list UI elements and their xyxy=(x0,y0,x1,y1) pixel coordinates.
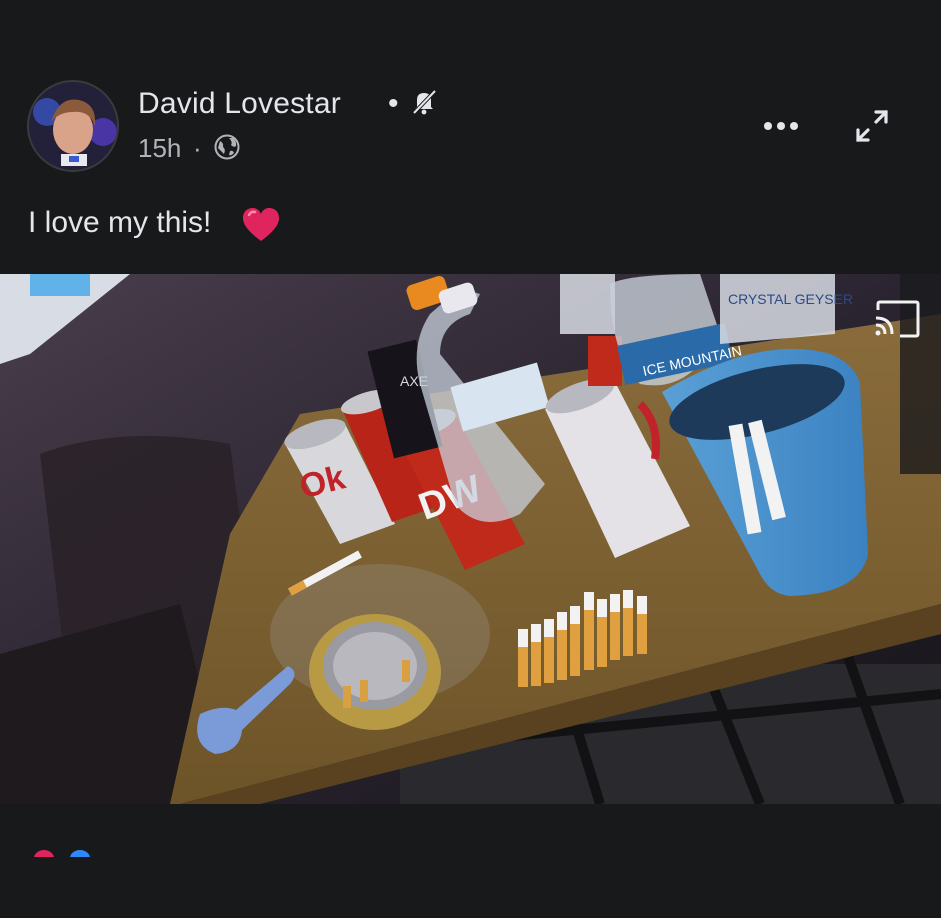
globe-icon xyxy=(214,134,240,160)
cast-icon[interactable] xyxy=(872,300,920,338)
post-footer xyxy=(0,804,941,918)
reaction-icons[interactable] xyxy=(34,845,104,857)
svg-text:CRYSTAL GEYSER: CRYSTAL GEYSER xyxy=(728,291,853,307)
post-photo[interactable]: Ok DW AXE ICE MOUNTAIN CRYSTAL GEYSER xyxy=(0,274,941,804)
author-name[interactable]: David Lovestar xyxy=(138,87,341,121)
bell-off-icon xyxy=(410,88,438,116)
time-separator: · xyxy=(193,133,202,163)
more-options-button[interactable] xyxy=(760,112,802,140)
post-text: I love my this! xyxy=(28,206,212,239)
post-header: David Lovestar • 15h · xyxy=(0,0,941,190)
post-timestamp[interactable]: 15h xyxy=(138,133,181,164)
name-separator: • xyxy=(388,87,399,120)
author-avatar[interactable] xyxy=(27,80,119,172)
red-heart-emoji-icon xyxy=(241,206,281,244)
photo-illustration: Ok DW AXE ICE MOUNTAIN CRYSTAL GEYSER xyxy=(0,274,941,804)
expand-icon[interactable] xyxy=(852,106,892,146)
